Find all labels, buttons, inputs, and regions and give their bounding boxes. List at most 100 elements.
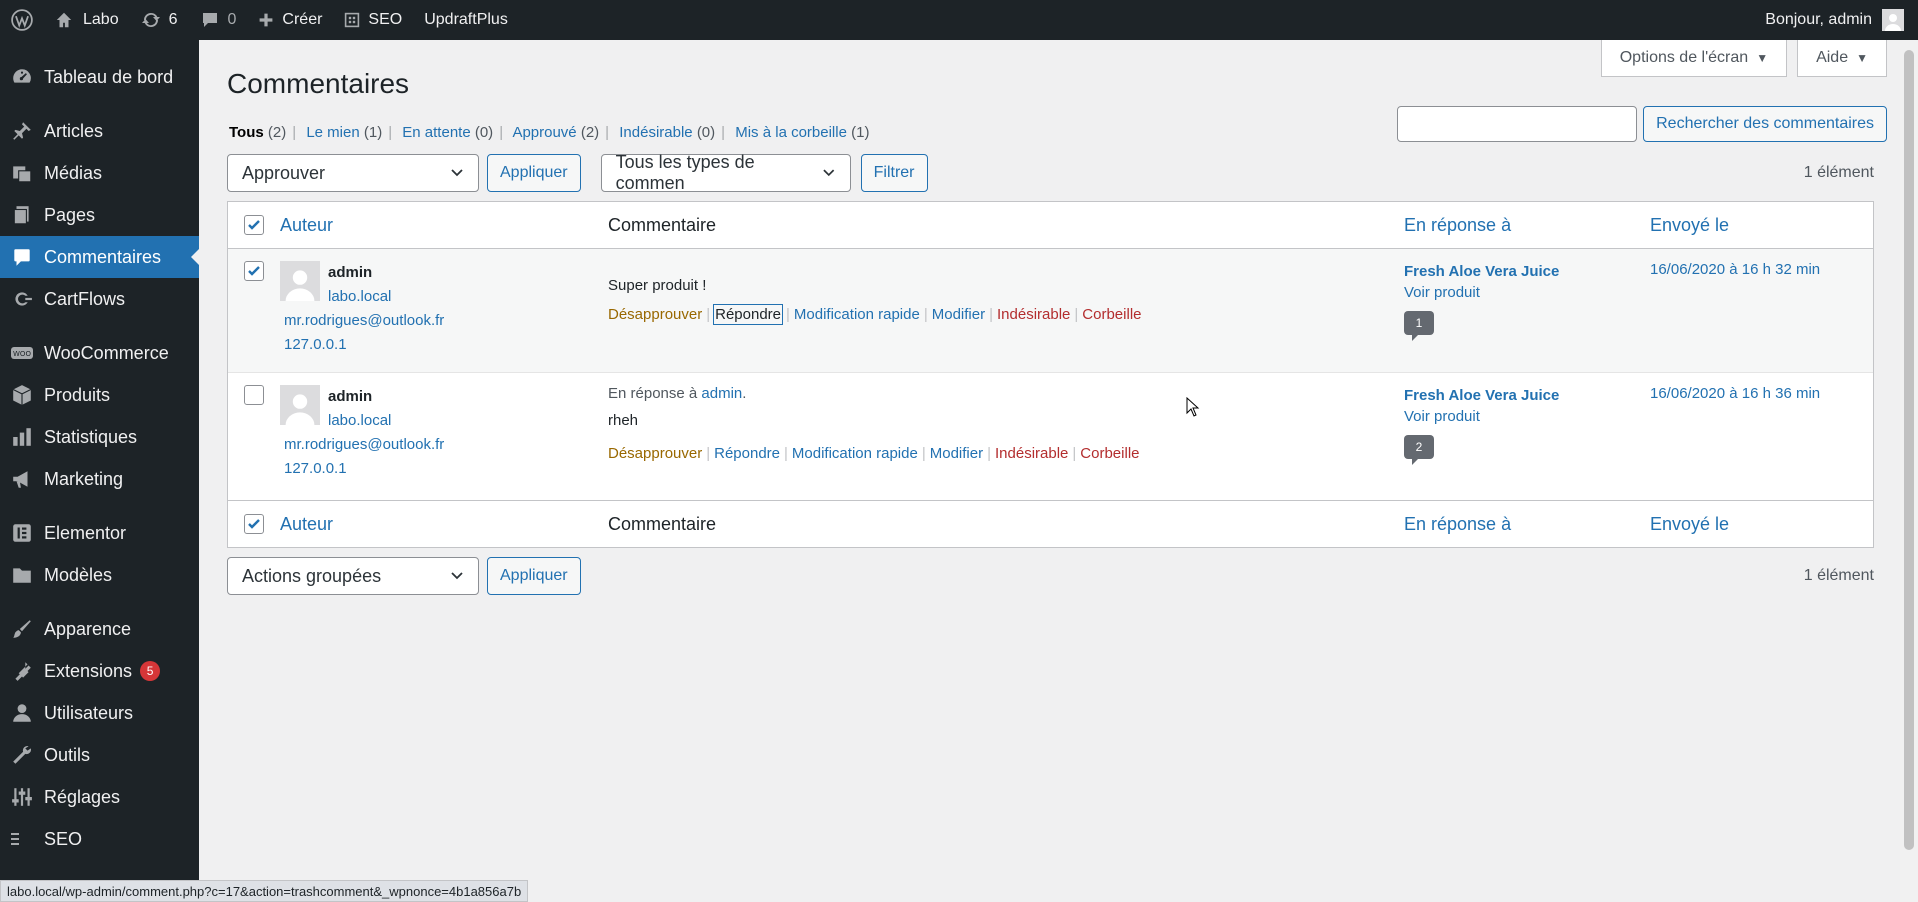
sidebar-item-statistics[interactable]: Statistiques xyxy=(0,416,199,458)
row-checkbox[interactable] xyxy=(244,385,264,405)
sidebar-item-appearance[interactable]: Apparence xyxy=(0,608,199,650)
main-content: Options de l'écran ▼ Aide ▼ Commentaires T… xyxy=(199,40,1899,902)
author-site-link[interactable]: labo.local xyxy=(328,285,444,309)
search-input[interactable] xyxy=(1397,106,1638,142)
filter-trash[interactable]: Mis à la corbeille (1) xyxy=(735,124,869,141)
author-ip-link[interactable]: 127.0.0.1 xyxy=(284,457,444,481)
row-actions: Désapprouver | Répondre | Modification rapid… xyxy=(608,445,1140,462)
filter-spam[interactable]: Indésirable (0) xyxy=(619,124,715,141)
view-product-link[interactable]: Voir produit xyxy=(1404,408,1650,425)
select-all-checkbox-bottom[interactable] xyxy=(244,514,264,534)
new-content-link[interactable]: Créer xyxy=(247,0,333,40)
settings-icon xyxy=(10,785,34,809)
sidebar-item-label: Outils xyxy=(44,744,91,765)
sidebar-item-tools[interactable]: Outils xyxy=(0,734,199,776)
author-name: admin xyxy=(328,388,373,405)
admin-menu: Tableau de bord Articles Médias Pages Co… xyxy=(0,40,199,902)
date-link[interactable]: 16/06/2020 à 16 h 32 min xyxy=(1650,261,1820,278)
comments-link[interactable]: 0 xyxy=(189,0,248,40)
bulk-action-select-bottom[interactable]: Actions groupées xyxy=(227,557,479,595)
bulk-action-select[interactable]: Approuver xyxy=(227,154,479,192)
sidebar-item-cartflows[interactable]: CartFlows xyxy=(0,278,199,320)
sidebar-item-dashboard[interactable]: Tableau de bord xyxy=(0,56,199,98)
filter-approved[interactable]: Approuvé (2) xyxy=(512,124,599,141)
filter-all[interactable]: Tous (2) xyxy=(229,124,286,141)
column-author-footer[interactable]: Auteur xyxy=(280,514,608,535)
unapprove-link[interactable]: Désapprouver xyxy=(608,306,702,323)
column-date-footer[interactable]: Envoyé le xyxy=(1650,514,1873,535)
quick-edit-link[interactable]: Modification rapide xyxy=(794,306,920,323)
edit-link[interactable]: Modifier xyxy=(932,306,985,323)
comment-type-select[interactable]: Tous les types de commen xyxy=(600,152,851,193)
date-link[interactable]: 16/06/2020 à 16 h 36 min xyxy=(1650,385,1820,402)
reply-link[interactable]: Répondre xyxy=(713,304,784,325)
updraftplus-link[interactable]: UpdraftPlus xyxy=(413,0,519,40)
row-checkbox[interactable] xyxy=(244,261,264,281)
filter-pending[interactable]: En attente (0) xyxy=(402,124,493,141)
tablenav-bottom: Actions groupées Appliquer 1 élément xyxy=(227,557,1874,595)
reply-link[interactable]: Répondre xyxy=(714,445,780,462)
checkmark-icon xyxy=(248,519,260,529)
apply-button[interactable]: Appliquer xyxy=(487,154,581,192)
edit-link[interactable]: Modifier xyxy=(930,445,983,462)
comment-count-bubble[interactable]: 1 xyxy=(1404,311,1434,341)
sidebar-item-articles[interactable]: Articles xyxy=(0,110,199,152)
seo-link[interactable]: SEO xyxy=(333,0,413,40)
admin-bar: Labo 6 0 Créer SEO UpdraftPlus Bonjour, … xyxy=(0,0,1918,40)
updates-link[interactable]: 6 xyxy=(130,0,189,40)
comment-count-bubble[interactable]: 2 xyxy=(1404,435,1434,465)
site-name-link[interactable]: Labo xyxy=(44,0,130,40)
sidebar-item-templates[interactable]: Modèles xyxy=(0,554,199,596)
help-button[interactable]: Aide ▼ xyxy=(1797,40,1887,77)
in-reply-to-link[interactable]: admin xyxy=(701,385,742,402)
spam-link[interactable]: Indésirable xyxy=(995,445,1068,462)
author-site-link[interactable]: labo.local xyxy=(328,409,444,433)
comment-icon xyxy=(10,245,34,269)
search-comments-button[interactable]: Rechercher des commentaires xyxy=(1643,106,1887,142)
sidebar-item-users[interactable]: Utilisateurs xyxy=(0,692,199,734)
author-email-link[interactable]: mr.rodrigues@outlook.fr xyxy=(284,309,444,333)
column-date[interactable]: Envoyé le xyxy=(1650,215,1873,236)
my-account-link[interactable]: Bonjour, admin xyxy=(1754,0,1918,40)
sidebar-item-marketing[interactable]: Marketing xyxy=(0,458,199,500)
screen-options-button[interactable]: Options de l'écran ▼ xyxy=(1600,40,1788,77)
author-ip-link[interactable]: 127.0.0.1 xyxy=(284,333,444,357)
greeting: Bonjour, admin xyxy=(1765,11,1872,28)
column-response-footer[interactable]: En réponse à xyxy=(1404,514,1650,535)
select-all-checkbox[interactable] xyxy=(244,215,264,235)
trash-link[interactable]: Corbeille xyxy=(1082,306,1141,323)
updraftplus-label: UpdraftPlus xyxy=(424,11,508,28)
post-title-link[interactable]: Fresh Aloe Vera Juice xyxy=(1404,387,1650,404)
home-icon xyxy=(56,12,72,28)
filter-button[interactable]: Filtrer xyxy=(860,154,928,192)
spam-link[interactable]: Indésirable xyxy=(997,306,1070,323)
sidebar-item-settings[interactable]: Réglages xyxy=(0,776,199,818)
sidebar-item-comments[interactable]: Commentaires xyxy=(0,236,199,278)
sidebar-item-products[interactable]: Produits xyxy=(0,374,199,416)
sidebar-item-seo[interactable]: SEO xyxy=(0,818,199,860)
apply-button-bottom[interactable]: Appliquer xyxy=(487,557,581,595)
author-email-link[interactable]: mr.rodrigues@outlook.fr xyxy=(284,433,444,457)
column-response[interactable]: En réponse à xyxy=(1404,215,1650,236)
scrollbar-thumb[interactable] xyxy=(1904,50,1914,850)
unapprove-link[interactable]: Désapprouver xyxy=(608,445,702,462)
screen-meta-links: Options de l'écran ▼ Aide ▼ xyxy=(1600,40,1887,77)
sidebar-item-media[interactable]: Médias xyxy=(0,152,199,194)
extensions-update-badge: 5 xyxy=(140,661,161,681)
wordpress-logo-button[interactable] xyxy=(0,0,44,40)
column-author[interactable]: Auteur xyxy=(280,215,608,236)
sidebar-item-label: Apparence xyxy=(44,618,132,639)
sidebar-item-extensions[interactable]: Extensions 5 xyxy=(0,650,199,692)
view-product-link[interactable]: Voir produit xyxy=(1404,284,1650,301)
sidebar-item-pages[interactable]: Pages xyxy=(0,194,199,236)
vertical-scrollbar[interactable] xyxy=(1900,40,1918,902)
quick-edit-link[interactable]: Modification rapide xyxy=(792,445,918,462)
filter-mine[interactable]: Le mien (1) xyxy=(306,124,382,141)
trash-link[interactable]: Corbeille xyxy=(1080,445,1139,462)
svg-text:WOO: WOO xyxy=(13,350,31,358)
page-title: Commentaires xyxy=(227,68,410,99)
post-title-link[interactable]: Fresh Aloe Vera Juice xyxy=(1404,263,1650,280)
sidebar-item-label: CartFlows xyxy=(44,288,126,309)
sidebar-item-woocommerce[interactable]: WOO WooCommerce xyxy=(0,332,199,374)
sidebar-item-elementor[interactable]: Elementor xyxy=(0,512,199,554)
